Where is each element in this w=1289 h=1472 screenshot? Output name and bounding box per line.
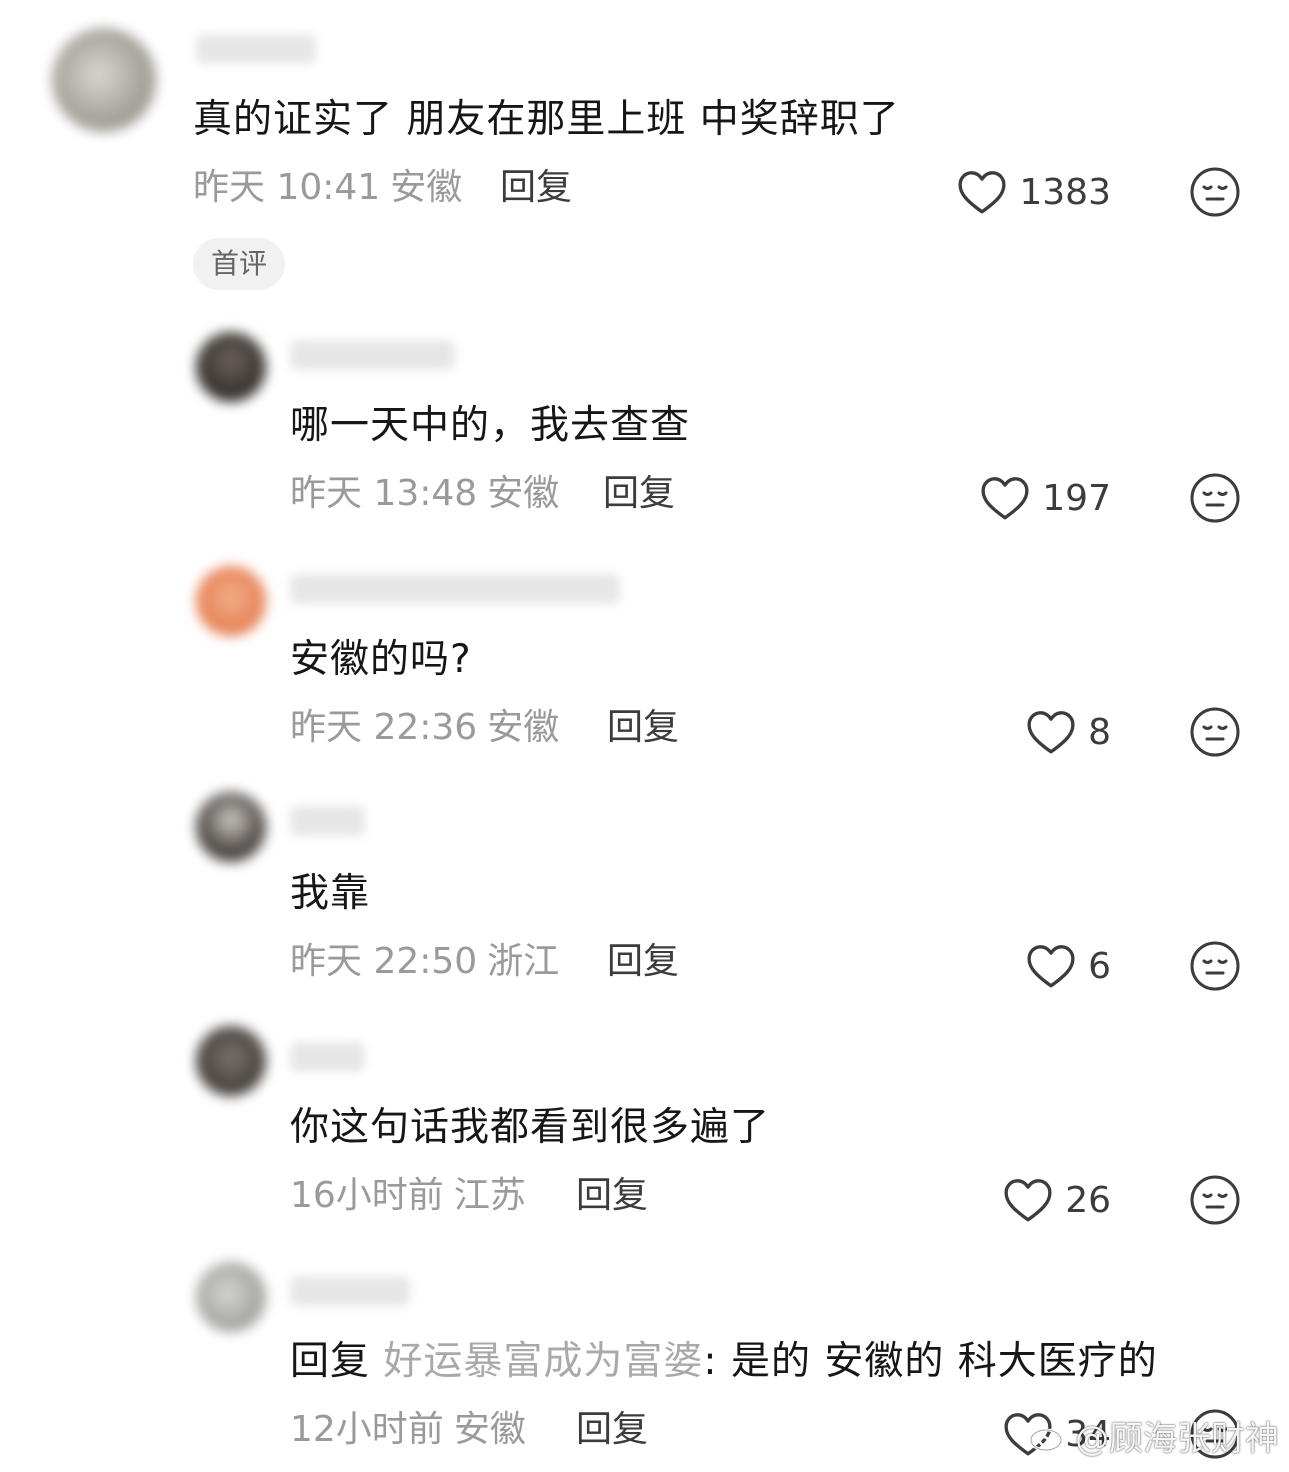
comment-text: 我靠 — [290, 871, 371, 916]
comment-text: 哪一天中的，我去查查 — [290, 403, 691, 448]
watermark: @顾海张财神 — [1029, 1411, 1279, 1460]
like-count: 197 — [1042, 477, 1111, 519]
comment-meta: 昨天 22:36 安徽 — [290, 706, 559, 750]
comment-time: 16小时前 — [290, 1175, 444, 1216]
comment-time: 昨天 22:36 — [290, 707, 478, 748]
like-button[interactable]: 8 — [1026, 704, 1111, 760]
avatar[interactable] — [196, 332, 266, 402]
comment-time: 12小时前 — [290, 1409, 444, 1450]
like-count: 1383 — [1019, 171, 1111, 213]
reply-button[interactable]: 回复 — [576, 1408, 648, 1452]
comment-location: 浙江 — [487, 941, 560, 982]
comment-location: 江苏 — [453, 1175, 526, 1216]
heart-outline-icon — [1004, 1179, 1052, 1222]
reply-prefix: 回复 — [290, 1339, 384, 1384]
unhappy-face-icon[interactable] — [1189, 472, 1241, 524]
reply-text: : 是的 安徽的 科大医疗的 — [703, 1339, 1158, 1384]
avatar[interactable] — [52, 28, 156, 132]
comment-time: 昨天 10:41 — [193, 167, 381, 208]
reply-button[interactable]: 回复 — [603, 472, 675, 516]
reply-button[interactable]: 回复 — [607, 940, 679, 984]
reply-button[interactable]: 回复 — [607, 706, 679, 750]
reply-button[interactable]: 回复 — [576, 1174, 648, 1218]
comment-text: 真的证实了 朋友在那里上班 中奖辞职了 — [193, 97, 900, 142]
avatar[interactable] — [196, 792, 266, 862]
comment-text: 你这句话我都看到很多遍了 — [290, 1105, 771, 1150]
first-comment-badge: 首评 — [193, 238, 286, 290]
weibo-logo-icon — [1029, 1422, 1068, 1451]
comment-text: 安徽的吗? — [290, 637, 472, 682]
heart-outline-icon — [958, 171, 1006, 214]
comment-location: 安徽 — [453, 1409, 526, 1450]
like-count: 26 — [1065, 1179, 1111, 1221]
comment-time: 昨天 22:50 — [290, 941, 478, 982]
like-button[interactable]: 1383 — [957, 164, 1111, 220]
comment-meta: 12小时前 安徽 — [290, 1408, 526, 1452]
username-blurred[interactable] — [290, 574, 620, 604]
like-button[interactable]: 197 — [980, 470, 1111, 526]
unhappy-face-icon[interactable] — [1189, 940, 1241, 992]
comment-meta: 16小时前 江苏 — [290, 1174, 526, 1218]
username-blurred[interactable] — [290, 1042, 365, 1072]
username-blurred[interactable] — [290, 1276, 410, 1306]
like-button[interactable]: 26 — [1003, 1172, 1111, 1228]
like-count: 6 — [1088, 945, 1111, 987]
heart-outline-icon — [1027, 711, 1075, 754]
comment-meta: 昨天 13:48 安徽 — [290, 472, 559, 516]
comment-location: 安徽 — [390, 167, 463, 208]
avatar[interactable] — [196, 1026, 266, 1096]
heart-outline-icon — [981, 477, 1029, 520]
username-blurred[interactable] — [290, 340, 455, 370]
comment-text: 回复 好运暴富成为富婆: 是的 安徽的 科大医疗的 — [290, 1338, 1158, 1386]
reply-button[interactable]: 回复 — [500, 166, 572, 210]
heart-outline-icon — [1027, 945, 1075, 988]
comment-meta: 昨天 22:50 浙江 — [290, 940, 559, 984]
unhappy-face-icon[interactable] — [1189, 166, 1241, 218]
avatar[interactable] — [196, 566, 266, 636]
avatar[interactable] — [196, 1262, 266, 1332]
unhappy-face-icon[interactable] — [1189, 706, 1241, 758]
like-button[interactable]: 6 — [1026, 938, 1111, 994]
like-count: 8 — [1088, 711, 1111, 753]
comment-location: 安徽 — [487, 473, 560, 514]
mention-username[interactable]: 好运暴富成为富婆 — [383, 1339, 703, 1384]
watermark-text: @顾海张财神 — [1075, 1419, 1279, 1459]
comment-meta: 昨天 10:41 安徽 — [193, 166, 462, 210]
comment-time: 昨天 13:48 — [290, 473, 478, 514]
comment-location: 安徽 — [487, 707, 560, 748]
username-blurred[interactable] — [196, 34, 316, 64]
unhappy-face-icon[interactable] — [1189, 1174, 1241, 1226]
username-blurred[interactable] — [290, 806, 365, 836]
